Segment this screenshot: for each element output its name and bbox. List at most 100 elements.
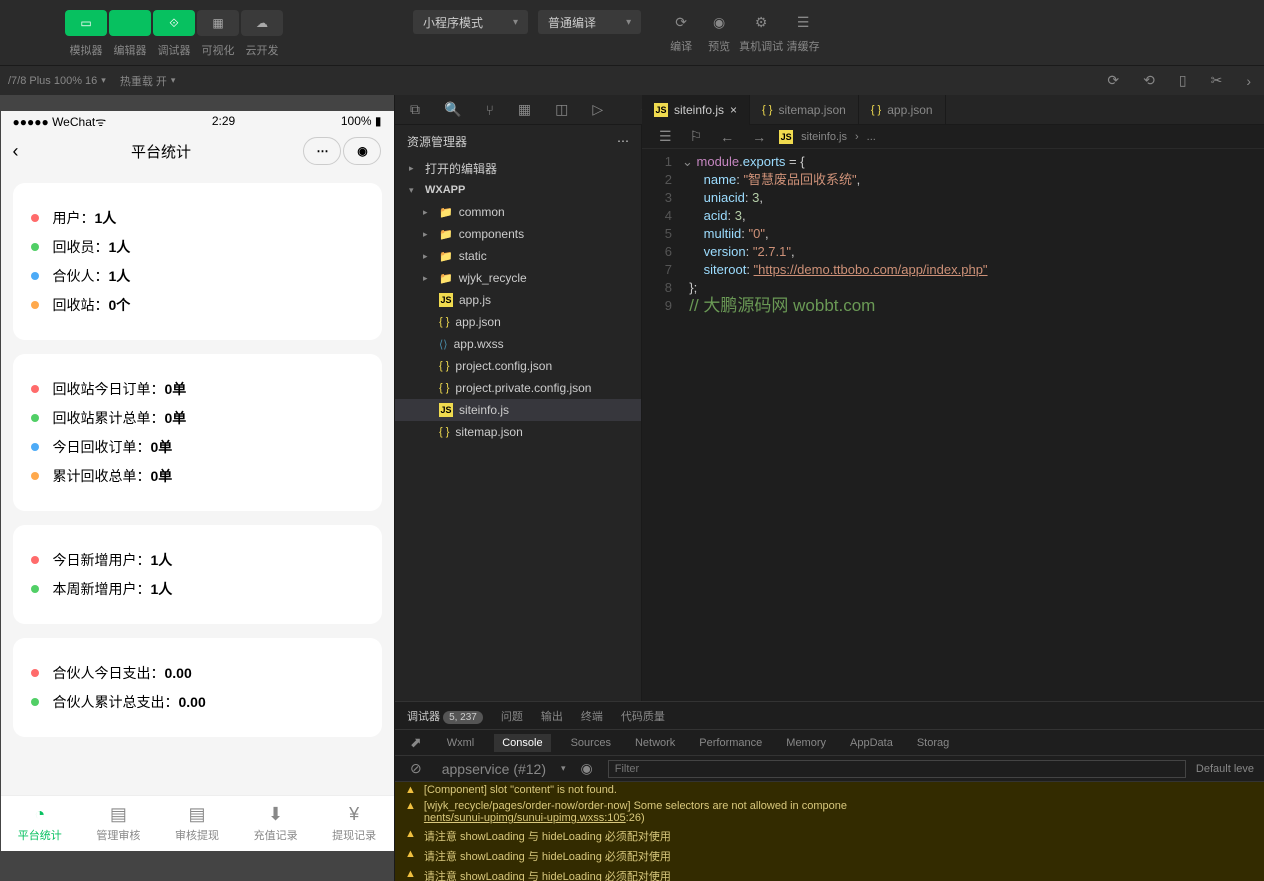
file-app.js[interactable]: JSapp.js — [395, 289, 641, 311]
debugger-panel: 调试器 5, 237 问题 输出 终端 代码质量 ⬈ Wxml Console Source… — [395, 701, 1264, 881]
devtab-Storag[interactable]: Storag — [913, 734, 953, 752]
file-app.wxss[interactable]: ⟨⟩app.wxss — [395, 333, 641, 355]
branch-icon[interactable]: ⑂ — [480, 102, 498, 118]
hotreload-dropdown[interactable]: 热重载 开 — [120, 73, 176, 89]
file-wjyk_recycle[interactable]: ▸📁wjyk_recycle — [395, 267, 641, 289]
js-icon: JS — [439, 403, 453, 417]
back-icon[interactable]: ‹ — [13, 141, 19, 162]
phone-preview: ●●●●● WeChatᯤ 2:29 100% ▮ ‹ 平台统计 ⋯ ◉ 用户：… — [1, 111, 394, 851]
toolbar-模拟器[interactable]: ▭ — [65, 10, 107, 36]
project-root[interactable]: ▾WXAPP — [395, 179, 641, 201]
log-level-dropdown[interactable]: Default leve — [1196, 763, 1254, 775]
devtab-Memory[interactable]: Memory — [782, 734, 830, 752]
filetab-sitemap.json[interactable]: { }sitemap.json — [750, 95, 859, 125]
action-预览[interactable]: ◉ — [701, 10, 737, 34]
bc-fwd-icon[interactable]: → — [747, 129, 771, 145]
dot-icon — [31, 301, 39, 309]
stat-row: 合伙人：1人 — [31, 266, 364, 286]
editor-action-icons: ⧉ 🔍 ⑂ ▦ ◫ ▷ ⇥ — [395, 95, 642, 125]
toolbar-调试器[interactable]: ⟐ — [153, 10, 195, 36]
folder-icon: 📁 — [439, 228, 453, 241]
editor-tabstrip: ⧉ 🔍 ⑂ ▦ ◫ ▷ ⇥ JSsiteinfo.js×{ }sitemap.j… — [395, 95, 1264, 125]
more-icon[interactable]: › — [1241, 73, 1256, 89]
devtab-Console[interactable]: Console — [494, 734, 550, 752]
menu-capsule[interactable]: ⋯ — [303, 137, 341, 165]
file-app.json[interactable]: { }app.json — [395, 311, 641, 333]
bc-back-icon[interactable]: ← — [715, 129, 739, 145]
explorer-more-icon[interactable]: ⋯ — [617, 134, 629, 148]
tab-管理审核[interactable]: ▤管理审核 — [79, 796, 158, 851]
console-output[interactable]: ▲[Component] slot "content" is not found… — [395, 782, 1264, 881]
dbgtab-问题[interactable]: 问题 — [501, 708, 523, 724]
tab-icon: ▤ — [110, 804, 127, 825]
json-icon: { } — [439, 316, 449, 328]
json-icon: { } — [439, 382, 449, 394]
file-siteinfo.js[interactable]: JSsiteinfo.js — [395, 399, 641, 421]
file-sitemap.json[interactable]: { }sitemap.json — [395, 421, 641, 443]
dot-icon — [31, 385, 39, 393]
dbgtab-调试器[interactable]: 调试器 5, 237 — [407, 708, 483, 724]
copy-icon[interactable]: ⧉ — [405, 101, 425, 118]
tab-充值记录[interactable]: ⬇充值记录 — [236, 796, 315, 851]
stat-row: 用户：1人 — [31, 208, 364, 228]
dbgtab-输出[interactable]: 输出 — [541, 708, 563, 724]
cut-icon[interactable]: ✂ — [1206, 72, 1228, 89]
file-static[interactable]: ▸📁static — [395, 245, 641, 267]
device-dropdown[interactable]: /7/8 Plus 100% 16 — [8, 75, 106, 87]
json-icon: { } — [439, 360, 449, 372]
file-components[interactable]: ▸📁components — [395, 223, 641, 245]
devtab-Network[interactable]: Network — [631, 734, 679, 752]
action-真机调试[interactable]: ⚙ — [743, 10, 779, 34]
eye-icon[interactable]: ◉ — [576, 760, 598, 777]
bookmark-icon[interactable]: ⚐ — [685, 128, 708, 145]
devtab-Sources[interactable]: Sources — [567, 734, 615, 752]
box-icon[interactable]: ◫ — [550, 101, 573, 118]
tab-提现记录[interactable]: ¥提现记录 — [315, 796, 394, 851]
toolbar-云开发[interactable]: ☁ — [241, 10, 283, 36]
inspect-icon[interactable]: ⬈ — [405, 734, 427, 751]
toolbar-编辑器[interactable] — [109, 10, 151, 36]
context-dropdown[interactable]: appservice (#12) — [437, 761, 551, 777]
console-line: ▲请注意 showLoading 与 hideLoading 必须配对使用 — [395, 866, 1264, 881]
filetab-app.json[interactable]: { }app.json — [859, 95, 946, 125]
devtab-Wxml[interactable]: Wxml — [443, 734, 479, 752]
dot-icon — [31, 414, 39, 422]
phone-statusbar: ●●●●● WeChatᯤ 2:29 100% ▮ — [1, 111, 394, 131]
file-common[interactable]: ▸📁common — [395, 201, 641, 223]
top-toolbar: ▭模拟器编辑器⟐调试器▦可视化☁云开发 小程序模式 普通编译 ⟳编译◉预览⚙真机… — [0, 0, 1264, 65]
tab-审核提现[interactable]: ▤审核提现 — [158, 796, 237, 851]
refresh-icon[interactable]: ⟳ — [1102, 72, 1124, 89]
devtab-Performance[interactable]: Performance — [695, 734, 766, 752]
rotate-icon[interactable]: ⟲ — [1138, 72, 1160, 89]
file-project.private.config.json[interactable]: { }project.private.config.json — [395, 377, 641, 399]
close-icon[interactable]: × — [730, 103, 737, 117]
folder-icon: 📁 — [439, 272, 453, 285]
warning-icon: ▲ — [405, 784, 416, 796]
toolbar-可视化[interactable]: ▦ — [197, 10, 239, 36]
compile-dropdown[interactable]: 普通编译 — [538, 10, 641, 34]
dbgtab-代码质量[interactable]: 代码质量 — [621, 708, 665, 724]
run-icon[interactable]: ▷ — [587, 101, 608, 118]
json-icon: { } — [871, 104, 881, 116]
grid-icon[interactable]: ▦ — [513, 101, 536, 118]
open-editors-section[interactable]: ▸打开的编辑器 — [395, 157, 641, 179]
mode-dropdown[interactable]: 小程序模式 — [413, 10, 528, 34]
clear-console-icon[interactable]: ⊘ — [405, 760, 427, 777]
console-filter-input[interactable] — [608, 760, 1186, 778]
dbgtab-终端[interactable]: 终端 — [581, 708, 603, 724]
file-project.config.json[interactable]: { }project.config.json — [395, 355, 641, 377]
search-icon[interactable]: 🔍 — [439, 101, 466, 118]
devtab-AppData[interactable]: AppData — [846, 734, 897, 752]
tab-平台统计[interactable]: ◔平台统计 — [1, 796, 80, 851]
stat-row: 累计回收总单：0单 — [31, 466, 364, 486]
device-icon[interactable]: ▯ — [1174, 72, 1192, 89]
breadcrumb-file[interactable]: siteinfo.js — [801, 131, 847, 143]
outline-icon[interactable]: ☰ — [654, 128, 677, 145]
action-清缓存[interactable]: ☰ — [785, 10, 821, 34]
close-capsule[interactable]: ◉ — [343, 137, 381, 165]
action-编译[interactable]: ⟳ — [663, 10, 699, 34]
code-text[interactable]: ⌄ module.exports = { name: "智慧废品回收系统", u… — [682, 149, 988, 701]
code-editor[interactable]: ☰ ⚐ ← → JS siteinfo.js › ... 123456789 ⌄… — [642, 125, 1264, 701]
phone-body[interactable]: 用户：1人回收员：1人合伙人：1人回收站：0个回收站今日订单：0单回收站累计总单… — [1, 171, 394, 795]
filetab-siteinfo.js[interactable]: JSsiteinfo.js× — [642, 95, 750, 125]
